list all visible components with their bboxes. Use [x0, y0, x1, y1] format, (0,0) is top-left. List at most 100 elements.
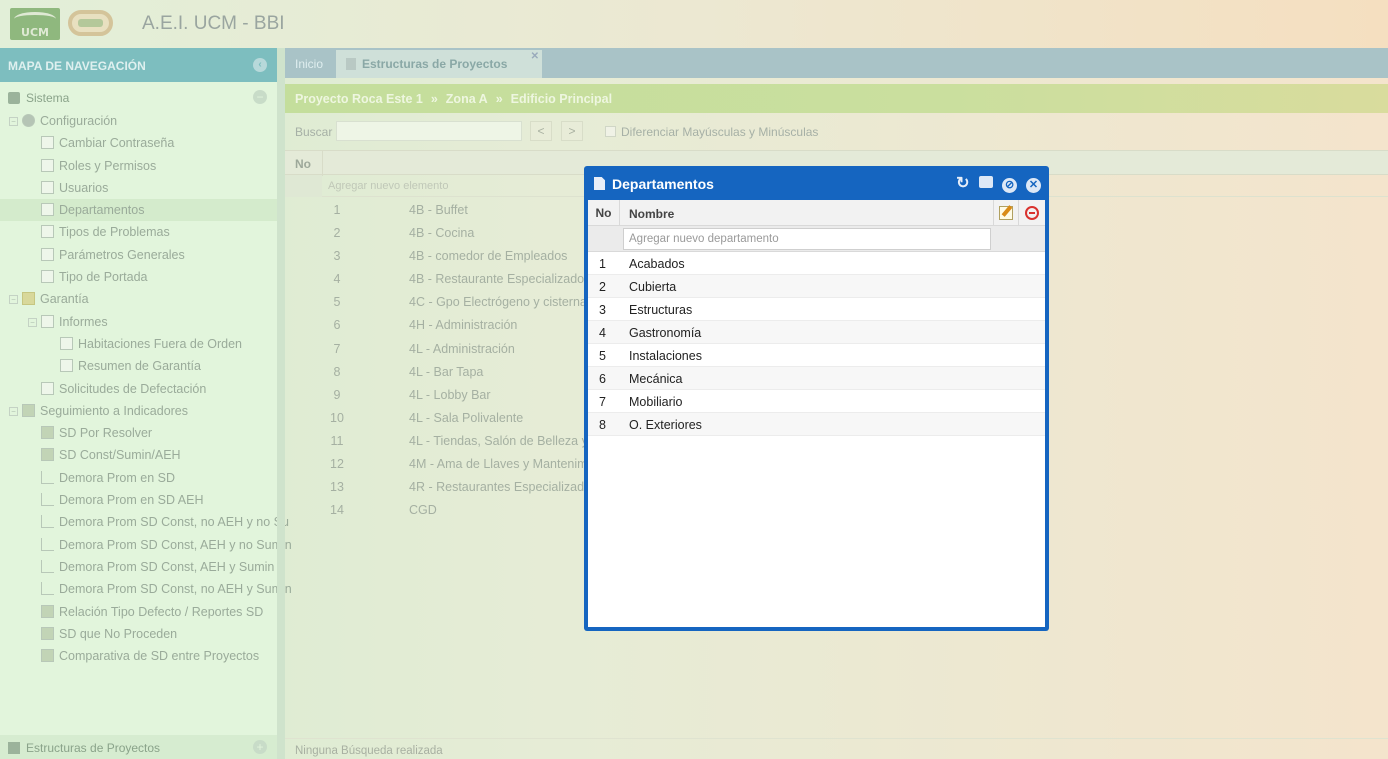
department-name: Mecánica	[629, 372, 683, 386]
department-name: Estructuras	[629, 303, 693, 317]
sidebar-item[interactable]: Demora Prom en SD AEH	[0, 489, 277, 511]
row-value: 4L - Tiendas, Salón de Belleza y	[409, 433, 588, 448]
sidebar-item[interactable]: Departamentos	[0, 199, 277, 222]
delete-icon[interactable]	[1025, 206, 1039, 220]
departamentos-dialog: Departamentos ↻ ⊘ ✕ No Nombre 1 Acabados 2…	[584, 166, 1049, 631]
sidebar-item[interactable]: Solicitudes de Defectación	[0, 378, 277, 400]
section-sistema[interactable]: Sistema −	[0, 82, 277, 110]
minimize-icon[interactable]: ⊘	[1002, 178, 1018, 193]
row-value: 4L - Bar Tapa	[409, 364, 484, 379]
sidebar-item[interactable]: SD Por Resolver	[0, 422, 277, 444]
department-row[interactable]: 3 Estructuras	[588, 298, 1045, 321]
sidebar-item[interactable]: Roles y Permisos	[0, 155, 277, 177]
edit-icon[interactable]	[999, 206, 1013, 220]
department-row[interactable]: 1 Acabados	[588, 252, 1045, 275]
app-title: A.E.I. UCM - BBI	[142, 13, 285, 34]
row-number: 5	[333, 295, 341, 310]
case-sensitive-checkbox[interactable]	[605, 126, 616, 137]
department-number: 5	[599, 349, 606, 363]
breadcrumb-item[interactable]: Proyecto Roca Este 1	[295, 92, 423, 106]
tab-estructuras-de-proyectos[interactable]: Estructuras de Proyectos ✕	[336, 50, 542, 78]
sidebar-item[interactable]: Demora Prom SD Const, no AEH y Sumin	[0, 578, 292, 600]
sidebar-item-label: Demora Prom en SD AEH	[59, 493, 204, 508]
dialog-body: No Nombre 1 Acabados 2 Cubierta 3 Estructuras…	[588, 200, 1045, 627]
sidebar-item[interactable]: Demora Prom en SD	[0, 467, 277, 489]
sidebar-item[interactable]: Demora Prom SD Const, AEH y no Sumin	[0, 534, 292, 556]
row-value: CGD	[409, 503, 437, 518]
monitor-icon	[41, 270, 54, 284]
users-icon	[41, 180, 54, 194]
navigation-sidebar: MAPA DE NAVEGACIÓN ‹ Sistema − − Configur…	[0, 48, 292, 759]
department-number: 7	[599, 395, 606, 409]
sidebar-item[interactable]: SD que No Proceden	[0, 623, 277, 645]
dialog-titlebar[interactable]: Departamentos ↻ ⊘ ✕	[588, 166, 1045, 200]
add-element-input[interactable]: Agregar nuevo elemento	[328, 180, 448, 192]
search-toolbar: Buscar < > Diferenciar Mayúsculas y Minú…	[285, 116, 1388, 146]
document-icon	[41, 247, 54, 261]
department-name: Instalaciones	[629, 349, 702, 363]
sidebar-item[interactable]: Demora Prom SD Const, AEH y Sumin	[0, 556, 277, 578]
sidebar-item[interactable]: Tipos de Problemas	[0, 221, 277, 243]
tree-toggle-icon[interactable]: −	[9, 295, 18, 305]
department-row[interactable]: 2 Cubierta	[588, 275, 1045, 298]
row-value: 4C - Gpo Electrógeno y cisterna	[409, 295, 587, 310]
sidebar-item[interactable]: SD Const/Sumin/AEH	[0, 444, 277, 466]
department-row[interactable]: 7 Mobiliario	[588, 390, 1045, 413]
tab-label: Estructuras de Proyectos	[362, 57, 508, 71]
tree-toggle-icon[interactable]: −	[9, 117, 18, 126]
collapse-section-icon[interactable]: −	[253, 90, 267, 104]
pie-chart-icon	[41, 426, 54, 440]
row-value: 4H - Administración	[409, 318, 518, 333]
new-department-input[interactable]	[623, 228, 991, 250]
sidebar-item[interactable]: − Configuración	[0, 110, 277, 132]
previous-result-button[interactable]: <	[530, 121, 552, 141]
tree-toggle-icon[interactable]: −	[9, 406, 18, 416]
sidebar-item[interactable]: Relación Tipo Defecto / Reportes SD	[0, 601, 277, 623]
sidebar-splitter[interactable]	[277, 48, 285, 759]
edit-column[interactable]	[993, 200, 1018, 226]
expand-section-icon[interactable]: +	[253, 740, 267, 754]
breadcrumb-item[interactable]: Edificio Principal	[511, 92, 612, 106]
key-icon	[41, 158, 54, 172]
section-estructuras[interactable]: Estructuras de Proyectos +	[0, 735, 277, 759]
sidebar-item[interactable]: − Garantía	[0, 288, 277, 310]
nav-header-title: MAPA DE NAVEGACIÓN	[8, 59, 146, 73]
sidebar-item[interactable]: Tipo de Portada	[0, 266, 277, 288]
sidebar-item-label: Demora Prom SD Const, no AEH y Sumin	[59, 582, 292, 597]
department-row[interactable]: 6 Mecánica	[588, 367, 1045, 390]
department-row[interactable]: 4 Gastronomía	[588, 321, 1045, 344]
sidebar-item-label: SD Const/Sumin/AEH	[59, 448, 181, 463]
dialog-grid-header: No Nombre	[588, 200, 1045, 226]
sidebar-item[interactable]: Resumen de Garantía	[0, 355, 277, 377]
collapse-sidebar-icon[interactable]: ‹	[253, 58, 267, 72]
department-name: Gastronomía	[629, 326, 702, 340]
next-result-button[interactable]: >	[561, 121, 583, 141]
sidebar-item[interactable]: Habitaciones Fuera de Orden	[0, 333, 277, 355]
department-row[interactable]: 5 Instalaciones	[588, 344, 1045, 367]
sidebar-item[interactable]: − Informes	[0, 311, 277, 333]
breadcrumb-item[interactable]: Zona A	[446, 92, 488, 106]
refresh-icon[interactable]: ↻	[955, 176, 970, 192]
print-icon[interactable]	[979, 176, 994, 188]
sidebar-item[interactable]: Parámetros Generales	[0, 244, 277, 266]
sidebar-item[interactable]: Demora Prom SD Const, no AEH y no Su	[0, 511, 289, 533]
close-icon[interactable]: ✕	[1026, 178, 1041, 193]
tree-toggle-icon[interactable]: −	[28, 317, 37, 327]
delete-column[interactable]	[1018, 200, 1045, 226]
sidebar-item[interactable]: Usuarios	[0, 177, 277, 199]
department-row[interactable]: 8 O. Exteriores	[588, 413, 1045, 436]
row-number: 10	[330, 410, 344, 425]
search-input[interactable]	[336, 121, 522, 141]
department-name: Cubierta	[629, 280, 677, 294]
lock-icon	[41, 136, 54, 150]
row-number: 14	[330, 503, 344, 518]
sidebar-item[interactable]: − Seguimiento a Indicadores	[0, 400, 277, 422]
department-number: 3	[599, 303, 606, 317]
sidebar-item-label: Seguimiento a Indicadores	[40, 403, 189, 418]
close-tab-icon[interactable]: ✕	[531, 51, 539, 62]
sidebar-item[interactable]: Cambiar Contraseña	[0, 132, 277, 154]
tab-inicio[interactable]: Inicio	[285, 50, 333, 78]
sidebar-item[interactable]: Comparativa de SD entre Proyectos	[0, 645, 277, 667]
row-value: 4L - Lobby Bar	[409, 387, 491, 402]
status-bar: Ninguna Búsqueda realizada	[285, 738, 1388, 759]
